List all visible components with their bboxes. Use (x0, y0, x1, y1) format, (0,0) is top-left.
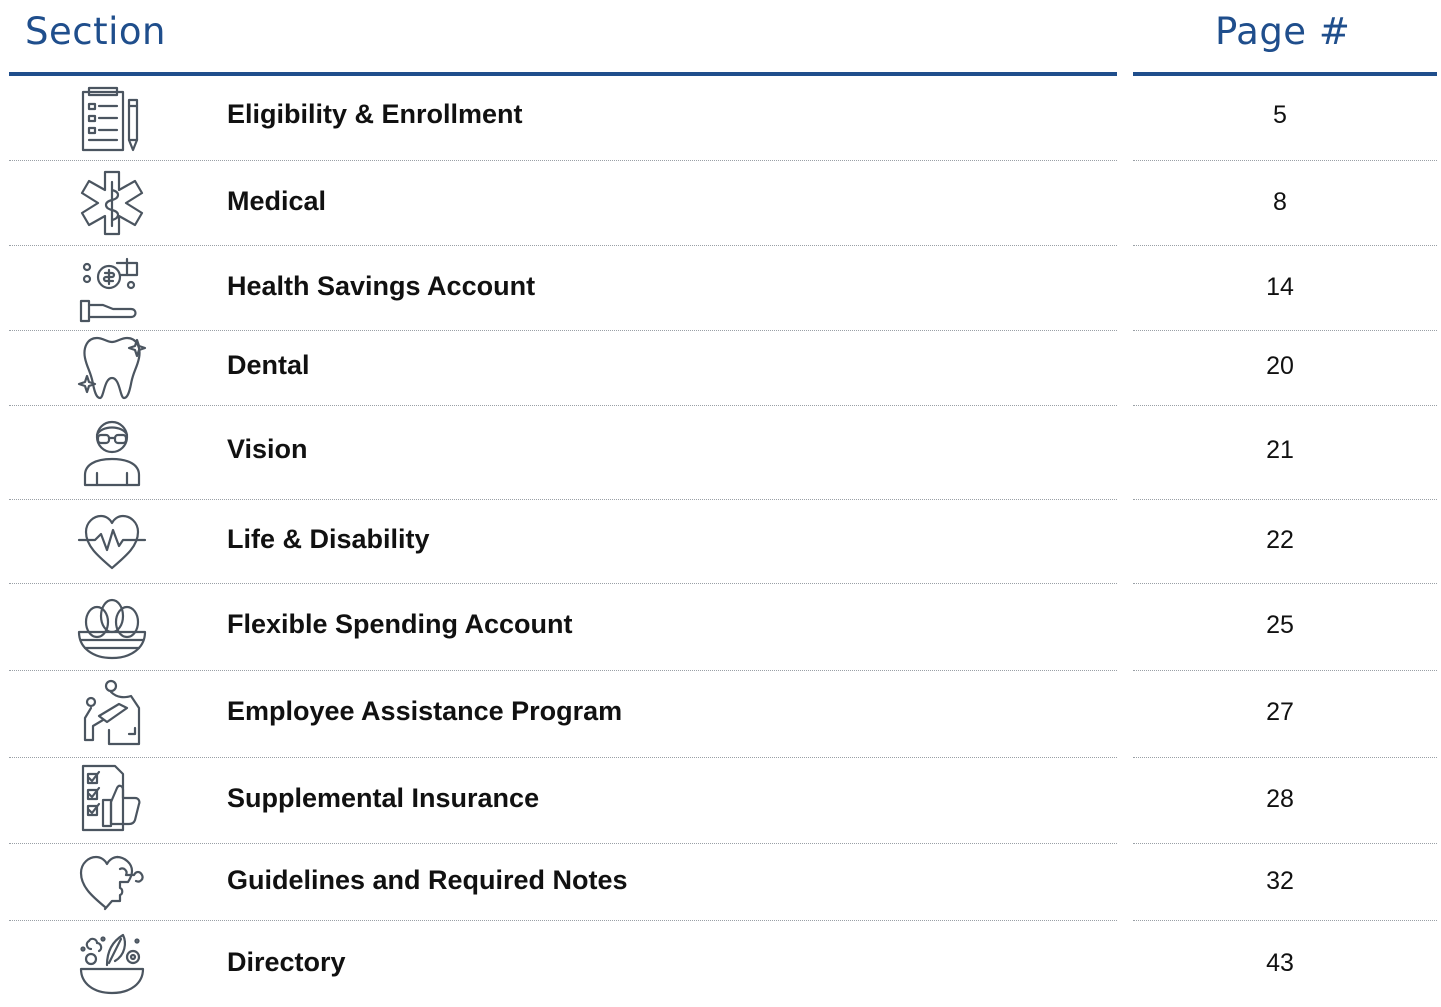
toc-row-label[interactable]: Eligibility & Enrollment (227, 99, 523, 130)
toc-row-page[interactable]: 43 (1133, 949, 1427, 978)
toc-row-page[interactable]: 8 (1133, 188, 1427, 217)
toc-row[interactable]: Medical 8 (9, 162, 1437, 246)
toc-row-label[interactable]: Life & Disability (227, 524, 430, 555)
header-rule-left (9, 72, 1117, 76)
row-divider (1133, 920, 1437, 921)
toc-row-label[interactable]: Vision (227, 434, 308, 465)
toc-row-label[interactable]: Guidelines and Required Notes (227, 865, 628, 896)
checklist-thumbs-up-icon (75, 762, 149, 836)
row-divider (1133, 405, 1437, 406)
toc-row[interactable]: Eligibility & Enrollment 5 (9, 82, 1437, 160)
toc-row[interactable]: Supplemental Insurance 28 (9, 759, 1437, 841)
toc-row-label[interactable]: Employee Assistance Program (227, 696, 622, 727)
heart-pulse-icon (75, 504, 149, 578)
toc-row-page[interactable]: 32 (1133, 867, 1427, 896)
row-divider (1133, 499, 1437, 500)
row-divider (9, 583, 1117, 584)
toc-row-label[interactable]: Flexible Spending Account (227, 609, 573, 640)
row-divider (9, 843, 1117, 844)
row-divider (9, 920, 1117, 921)
eggs-basket-icon (75, 590, 149, 664)
row-divider (1133, 670, 1437, 671)
clipboard-pen-icon (75, 84, 149, 158)
toc-row[interactable]: Flexible Spending Account 25 (9, 585, 1437, 669)
toc-row-label[interactable]: Medical (227, 186, 326, 217)
toc-row-page[interactable]: 14 (1133, 273, 1427, 302)
row-divider (1133, 330, 1437, 331)
row-divider (9, 670, 1117, 671)
toc-row-label[interactable]: Dental (227, 350, 310, 381)
toc-row-page[interactable]: 21 (1133, 436, 1427, 465)
row-divider (1133, 245, 1437, 246)
toc-row-page[interactable]: 5 (1133, 101, 1427, 130)
toc-row-label[interactable]: Supplemental Insurance (227, 783, 539, 814)
row-divider (1133, 583, 1437, 584)
section-header: Section (25, 10, 166, 53)
page-number-header: Page # (1215, 10, 1351, 53)
row-divider (1133, 757, 1437, 758)
toc-row-label[interactable]: Directory (227, 947, 346, 978)
toc-row-page[interactable]: 27 (1133, 698, 1427, 727)
heart-puzzle-icon (75, 845, 149, 919)
toc-row[interactable]: Health Savings Account 14 (9, 247, 1437, 331)
header-rule-right (1133, 72, 1437, 76)
star-of-life-icon (75, 166, 149, 240)
toc-row-label[interactable]: Health Savings Account (227, 271, 535, 302)
toc-row[interactable]: Vision 21 (9, 407, 1437, 497)
row-divider (1133, 160, 1437, 161)
toc-row-page[interactable]: 25 (1133, 611, 1427, 640)
row-divider (9, 499, 1117, 500)
toc-row-page[interactable]: 20 (1133, 352, 1427, 381)
hand-money-icon (75, 251, 149, 325)
salad-bowl-icon (75, 927, 149, 1001)
row-divider (1133, 843, 1437, 844)
toc-row-page[interactable]: 28 (1133, 785, 1427, 814)
toc-row[interactable]: Directory 43 (9, 922, 1437, 1007)
person-glasses-icon (75, 415, 149, 489)
toc-row-page[interactable]: 22 (1133, 526, 1427, 555)
toc-row[interactable]: Employee Assistance Program 27 (9, 672, 1437, 756)
row-divider (9, 245, 1117, 246)
row-divider (9, 405, 1117, 406)
row-divider (9, 330, 1117, 331)
helping-hand-icon (75, 676, 149, 750)
tooth-icon (75, 330, 149, 404)
toc-row[interactable]: Life & Disability 22 (9, 501, 1437, 581)
row-divider (9, 757, 1117, 758)
row-divider (9, 160, 1117, 161)
toc-row[interactable]: Guidelines and Required Notes 32 (9, 845, 1437, 920)
toc-row[interactable]: Dental 20 (9, 332, 1437, 404)
